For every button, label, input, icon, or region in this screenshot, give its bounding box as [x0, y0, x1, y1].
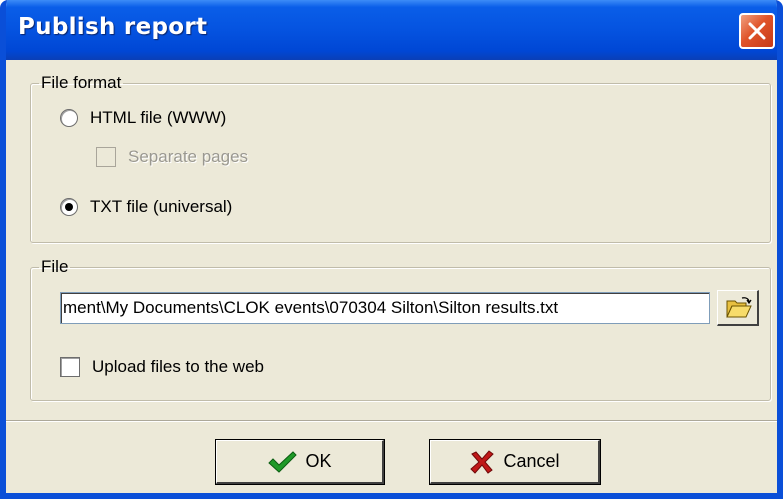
dialog-content: File format HTML file (WWW) Separate pag…	[6, 60, 777, 493]
txt-file-option[interactable]: TXT file (universal)	[60, 197, 232, 217]
separate-pages-label: Separate pages	[128, 147, 249, 166]
file-path-input[interactable]: ment\My Documents\CLOK events\070304 Sil…	[60, 292, 710, 324]
upload-checkbox[interactable]	[60, 357, 80, 377]
file-legend: File	[41, 257, 69, 276]
ok-button[interactable]: OK	[216, 440, 384, 484]
folder-open-icon	[726, 297, 752, 318]
file-group: File	[30, 257, 771, 401]
browse-button[interactable]	[717, 290, 759, 326]
publish-report-dialog: Publish report File format HTML file (WW…	[0, 0, 783, 499]
html-file-option[interactable]: HTML file (WWW)	[60, 108, 226, 128]
html-file-radio[interactable]	[60, 109, 78, 127]
separate-pages-checkbox	[96, 147, 116, 167]
txt-file-label: TXT file (universal)	[90, 197, 233, 216]
cancel-button[interactable]: Cancel	[430, 440, 600, 484]
html-file-label: HTML file (WWW)	[90, 108, 227, 127]
file-format-legend: File format	[41, 73, 122, 92]
x-mark-icon	[470, 449, 495, 474]
upload-option[interactable]: Upload files to the web	[60, 357, 264, 377]
txt-file-radio[interactable]	[60, 198, 78, 216]
checkmark-icon	[268, 450, 298, 473]
cancel-label: Cancel	[503, 451, 560, 471]
upload-label: Upload files to the web	[92, 357, 264, 376]
close-icon	[748, 22, 766, 40]
title-bar[interactable]: Publish report	[6, 0, 777, 60]
window-title: Publish report	[18, 14, 208, 40]
close-button[interactable]	[739, 13, 775, 49]
separate-pages-option: Separate pages	[96, 147, 248, 167]
button-separator	[6, 420, 777, 422]
ok-label: OK	[305, 451, 332, 471]
